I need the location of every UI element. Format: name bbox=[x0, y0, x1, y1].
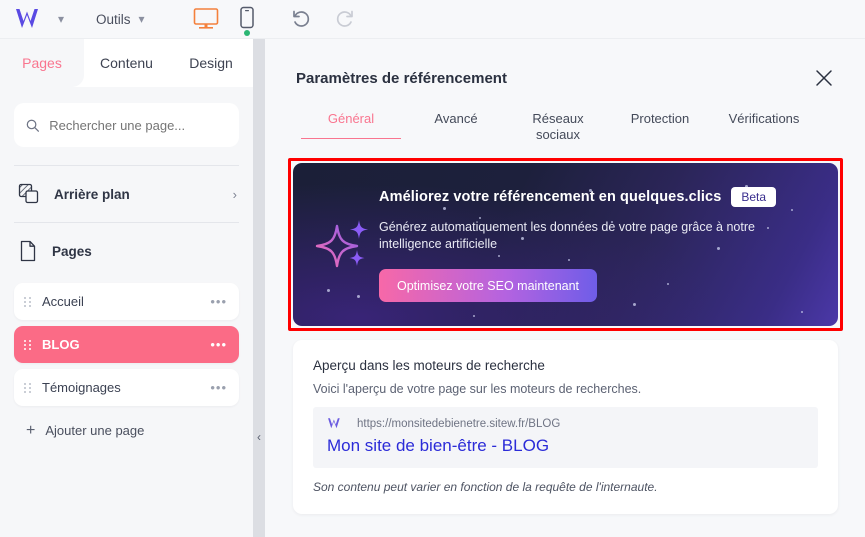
left-sidebar: Pages Contenu Design Rechercher une page… bbox=[0, 39, 253, 537]
sidebar-tab-pages[interactable]: Pages bbox=[0, 39, 84, 87]
more-options-icon[interactable]: ••• bbox=[210, 338, 227, 351]
sidebar-tab-design[interactable]: Design bbox=[169, 39, 253, 87]
search-preview-note: Son contenu peut varier en fonction de l… bbox=[313, 480, 658, 494]
page-list-item-temoignages[interactable]: Témoignages ••• bbox=[14, 369, 239, 406]
add-page-button[interactable]: + Ajouter une page bbox=[14, 412, 239, 449]
sidebar-item-arriere-plan-label: Arrière plan bbox=[54, 186, 130, 202]
tab-protection[interactable]: Protection bbox=[610, 105, 710, 139]
page-list-item-label: BLOG bbox=[42, 337, 80, 352]
sidebar-item-pages[interactable]: Pages bbox=[0, 223, 253, 279]
mobile-preview-icon[interactable] bbox=[239, 6, 255, 36]
ai-sparkle-icon bbox=[315, 220, 368, 268]
decorative-star-dot bbox=[801, 311, 803, 313]
page-list-item-blog[interactable]: BLOG ••• bbox=[14, 326, 239, 363]
search-input[interactable] bbox=[49, 117, 227, 133]
drag-handle-icon[interactable] bbox=[24, 296, 32, 307]
panel-tabbar: Général Avancé Réseaux sociaux Protectio… bbox=[265, 89, 865, 155]
undo-icon[interactable] bbox=[291, 9, 313, 29]
tools-menu-label: Outils bbox=[96, 11, 131, 27]
page-list: Accueil ••• BLOG ••• Témoignages ••• + A… bbox=[0, 279, 253, 449]
top-toolbar: ▾ Outils ▾ bbox=[0, 0, 865, 39]
tab-verifications-label: Vérifications bbox=[728, 111, 800, 126]
redo-icon[interactable] bbox=[333, 9, 355, 29]
page-list-item-label: Accueil bbox=[42, 294, 84, 309]
close-icon[interactable] bbox=[813, 67, 835, 89]
more-options-icon[interactable]: ••• bbox=[210, 381, 227, 394]
tab-avance-label: Avancé bbox=[434, 111, 478, 126]
decorative-star-dot bbox=[473, 315, 475, 317]
tab-reseaux-sociaux-label-line1: Réseaux bbox=[532, 111, 584, 126]
search-preview-subtitle: Voici l'aperçu de votre page sur les mot… bbox=[313, 382, 642, 396]
chevron-down-icon[interactable]: ▾ bbox=[58, 13, 64, 25]
seo-settings-panel: Paramètres de référencement Général Avan… bbox=[265, 39, 865, 537]
tab-reseaux-sociaux[interactable]: Réseaux sociaux bbox=[506, 105, 610, 155]
serp-preview-box: https://monsitedebienetre.sitew.fr/BLOG … bbox=[313, 407, 818, 468]
search-preview-card: Aperçu dans les moteurs de recherche Voi… bbox=[293, 340, 838, 514]
serp-url: https://monsitedebienetre.sitew.fr/BLOG bbox=[357, 417, 561, 430]
tab-general[interactable]: Général bbox=[296, 105, 406, 139]
decorative-star-dot bbox=[633, 303, 636, 306]
sidebar-tab-pages-label: Pages bbox=[22, 55, 62, 71]
chevron-down-icon: ▾ bbox=[138, 12, 145, 26]
banner-title: Améliorez votre référencement en quelque… bbox=[379, 189, 722, 205]
sidebar-collapse-button[interactable]: ‹ bbox=[253, 420, 265, 454]
tab-protection-label: Protection bbox=[630, 111, 690, 126]
tab-general-label: Général bbox=[327, 111, 375, 126]
drag-handle-icon[interactable] bbox=[24, 339, 32, 350]
layers-background-icon bbox=[18, 183, 39, 204]
beta-badge: Beta bbox=[731, 187, 777, 207]
sidebar-tab-design-label: Design bbox=[189, 55, 233, 71]
sidebar-tab-contenu[interactable]: Contenu bbox=[84, 39, 169, 87]
sidebar-item-pages-label: Pages bbox=[52, 243, 92, 259]
plus-icon: + bbox=[26, 421, 36, 439]
chevron-right-icon: › bbox=[232, 186, 237, 202]
page-list-item-label: Témoignages bbox=[42, 380, 121, 395]
sidebar-tabstrip: Pages Contenu Design bbox=[0, 39, 253, 87]
sidebar-item-arriere-plan[interactable]: Arrière plan › bbox=[0, 166, 253, 222]
page-document-icon bbox=[20, 240, 36, 262]
serp-title-link[interactable]: Mon site de bien-être - BLOG bbox=[327, 436, 804, 456]
page-search-box[interactable] bbox=[14, 103, 239, 147]
more-options-icon[interactable]: ••• bbox=[210, 295, 227, 308]
add-page-label: Ajouter une page bbox=[45, 423, 145, 438]
chevron-left-icon: ‹ bbox=[257, 430, 261, 444]
tools-menu[interactable]: Outils ▾ bbox=[96, 12, 145, 27]
online-dot bbox=[243, 30, 250, 36]
tab-avance[interactable]: Avancé bbox=[406, 105, 506, 139]
decorative-star-dot bbox=[327, 289, 330, 292]
tab-reseaux-sociaux-label-line2: sociaux bbox=[535, 127, 581, 142]
ai-seo-banner[interactable]: Améliorez votre référencement en quelque… bbox=[293, 163, 838, 326]
desktop-preview-icon[interactable] bbox=[193, 7, 219, 31]
search-icon bbox=[26, 119, 40, 132]
banner-subtitle: Générez automatiquement les données de v… bbox=[379, 220, 755, 251]
ai-seo-banner-container: Améliorez votre référencement en quelque… bbox=[288, 158, 843, 331]
tab-verifications[interactable]: Vérifications bbox=[710, 105, 818, 139]
search-preview-title: Aperçu dans les moteurs de recherche bbox=[313, 358, 545, 373]
drag-handle-icon[interactable] bbox=[24, 382, 32, 393]
sidebar-tab-contenu-label: Contenu bbox=[100, 55, 153, 71]
page-title: Paramètres de référencement bbox=[296, 69, 507, 87]
decorative-star-dot bbox=[357, 295, 360, 298]
app-logo-group[interactable]: ▾ bbox=[14, 7, 64, 31]
page-list-item-accueil[interactable]: Accueil ••• bbox=[14, 283, 239, 320]
sitew-w-logo-icon bbox=[16, 9, 38, 28]
sidebar-resize-strip[interactable] bbox=[253, 39, 265, 537]
optimize-seo-button[interactable]: Optimisez votre SEO maintenant bbox=[379, 269, 598, 302]
sitew-w-logo-icon bbox=[328, 418, 340, 429]
